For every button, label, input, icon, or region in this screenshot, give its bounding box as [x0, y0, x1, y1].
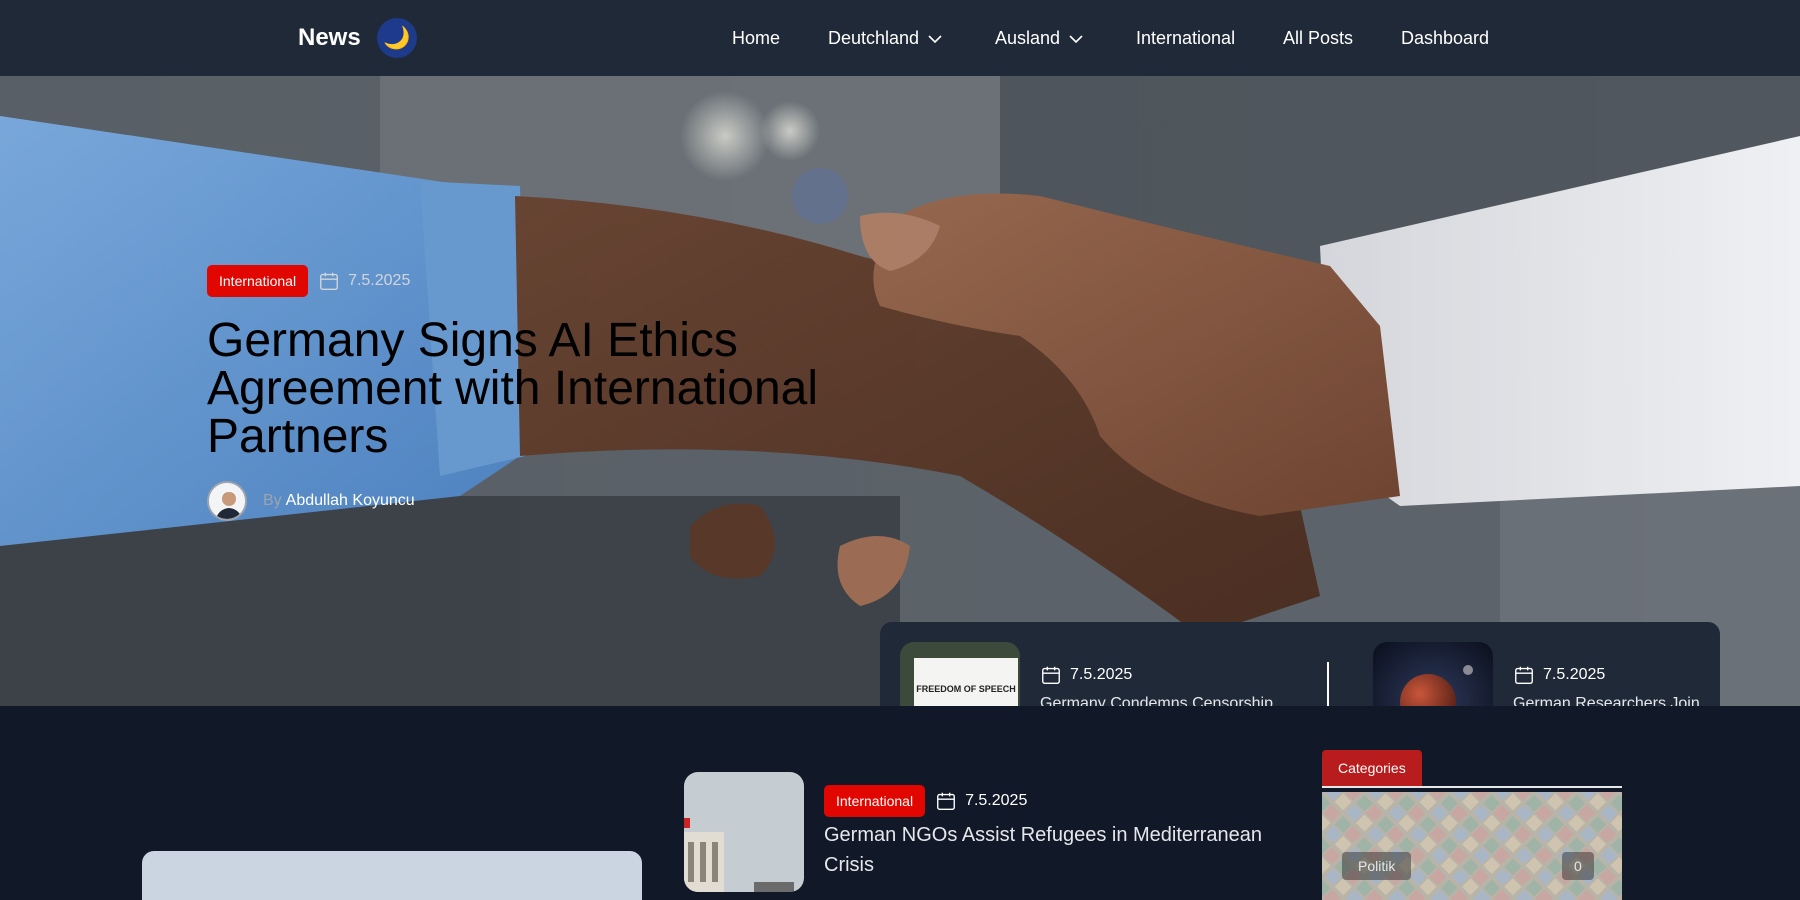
category-badge[interactable]: International: [824, 785, 926, 817]
nav-ausland-label: Ausland: [995, 28, 1061, 48]
nav-all-posts-label: All Posts: [1283, 28, 1354, 48]
post-date-text: 7.5.2025: [965, 792, 1028, 809]
category-name: Politik: [1342, 852, 1412, 880]
hero-date-text: 7.5.2025: [348, 272, 411, 289]
calendar-icon: [320, 272, 338, 290]
nav-home[interactable]: Home: [732, 28, 780, 49]
featured-card[interactable]: 7.5.2025 German Researchers Join Interna…: [1373, 642, 1753, 706]
nav-all-posts[interactable]: All Posts: [1283, 28, 1353, 49]
nav-deutchland-label: Deutchland: [828, 28, 920, 48]
category-badge[interactable]: International: [207, 265, 309, 297]
featured-title[interactable]: Germany Condemns Censorship in Global Pr…: [1040, 692, 1280, 706]
nav-ausland[interactable]: Ausland: [995, 28, 1084, 49]
calendar-icon: [937, 792, 955, 810]
categories-widget: Categories Politik 0: [1322, 750, 1622, 900]
featured-date: 7.5.2025: [1513, 664, 1753, 686]
featured-date-text: 7.5.2025: [1070, 666, 1133, 683]
freedom-of-speech-text: FREEDOM OF SPEECH: [916, 684, 1016, 694]
post-title[interactable]: German NGOs Assist Refugees in Mediterra…: [824, 820, 1274, 880]
divider: [1322, 786, 1622, 788]
chevron-down-icon: [928, 34, 942, 43]
nav-dashboard[interactable]: Dashboard: [1401, 28, 1489, 49]
categories-tab[interactable]: Categories: [1322, 750, 1422, 786]
divider: [1327, 662, 1329, 706]
featured-date-text: 7.5.2025: [1543, 666, 1606, 683]
featured-strip: FREEDOM OF SPEECH 7.5.2025 Germany Conde…: [880, 622, 1720, 706]
hero-meta: International 7.5.2025: [207, 265, 410, 297]
nav-international[interactable]: International: [1136, 28, 1235, 49]
nav-international-label: International: [1136, 28, 1236, 48]
author-info: By Abdullah Koyuncu: [207, 481, 415, 521]
author-avatar: [207, 481, 247, 521]
featured-thumbnail: FREEDOM OF SPEECH: [900, 642, 1020, 706]
author-name[interactable]: Abdullah Koyuncu: [286, 492, 415, 510]
main-nav: Home Deutchland Ausland International Al…: [0, 28, 1800, 52]
featured-title[interactable]: German Researchers Join International Ma…: [1513, 692, 1753, 706]
chevron-down-icon: [1069, 34, 1083, 43]
calendar-icon: [1042, 666, 1060, 684]
category-count: 0: [1562, 852, 1594, 880]
main-post-card[interactable]: [142, 851, 642, 900]
hero-title[interactable]: Germany Signs AI Ethics Agreement with I…: [207, 317, 827, 461]
top-navbar: News 🌙 Home Deutchland Ausland Internati…: [0, 0, 1800, 76]
post-date: 7.5.2025: [935, 790, 1027, 812]
calendar-icon: [1515, 666, 1533, 684]
featured-thumbnail: [1373, 642, 1493, 706]
post-meta: International 7.5.2025: [824, 785, 1027, 817]
by-label: By: [263, 492, 282, 509]
hero-date: 7.5.2025: [318, 270, 410, 292]
nav-deutchland[interactable]: Deutchland: [828, 28, 943, 49]
featured-date: 7.5.2025: [1040, 664, 1280, 686]
featured-text: 7.5.2025 Germany Condemns Censorship in …: [1040, 664, 1280, 706]
category-card[interactable]: Politik 0: [1322, 792, 1622, 900]
hero-section: International 7.5.2025 Germany Signs AI …: [0, 76, 1800, 706]
nav-home-label: Home: [732, 28, 781, 48]
featured-text: 7.5.2025 German Researchers Join Interna…: [1513, 664, 1753, 706]
featured-card[interactable]: FREEDOM OF SPEECH 7.5.2025 Germany Conde…: [900, 642, 1280, 706]
nav-dashboard-label: Dashboard: [1401, 28, 1490, 48]
post-thumbnail: [684, 772, 804, 892]
